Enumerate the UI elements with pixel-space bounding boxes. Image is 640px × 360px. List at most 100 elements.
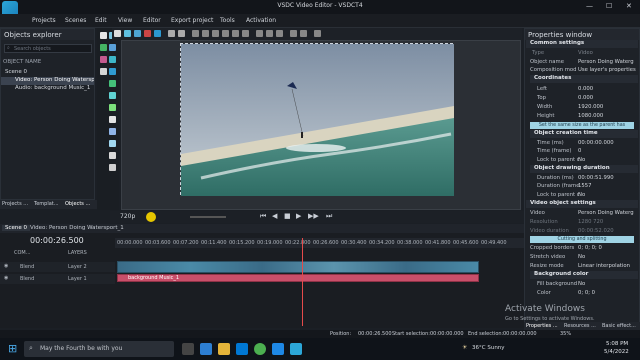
tab-properties[interactable]: Properties ... — [526, 323, 558, 329]
section-coordinates[interactable]: Coordinates — [530, 75, 638, 83]
marker-tool-icon[interactable] — [109, 140, 116, 147]
resize-field[interactable]: Linear interpolation — [578, 263, 630, 269]
cropped-field[interactable]: 0; 0; 0; 0 — [578, 245, 602, 251]
redo-icon[interactable] — [178, 30, 185, 37]
video-field[interactable]: Person Doing Waterg — [578, 210, 634, 216]
cutting-splitting-button[interactable]: Cutting and splitting — [530, 236, 634, 243]
align-top-icon[interactable] — [222, 30, 229, 37]
align-left-icon[interactable] — [192, 30, 199, 37]
clock-time[interactable]: 5:08 PM — [606, 341, 628, 347]
video-clip[interactable] — [117, 261, 479, 273]
line-tool-icon[interactable] — [109, 128, 116, 135]
video-tool-icon[interactable] — [109, 56, 116, 63]
video-preview[interactable] — [180, 43, 454, 196]
tab-scene[interactable]: Scene 0 — [2, 225, 31, 231]
section-video-object[interactable]: Video object settings — [526, 200, 638, 208]
track-header-layer1[interactable]: ◉ Blend Layer 1 — [0, 274, 115, 284]
zoom-tool-icon[interactable] — [100, 68, 107, 75]
time-ms-field[interactable]: 00:00:00.000 — [578, 140, 614, 146]
lock-parent-field-2[interactable]: No — [578, 192, 585, 198]
tab-basic-effects[interactable]: Basic effect... — [602, 323, 636, 329]
stop-playback-icon[interactable]: ■ — [284, 212, 291, 220]
grid-icon[interactable] — [314, 30, 321, 37]
top-field[interactable]: 0.000 — [578, 95, 593, 101]
play-icon[interactable]: ▶ — [296, 212, 301, 220]
chart-tool-icon[interactable] — [109, 92, 116, 99]
height-field[interactable]: 1080.000 — [578, 113, 603, 119]
menu-export-project[interactable]: Export project — [171, 17, 213, 24]
tab-resources[interactable]: Resources ... — [564, 323, 596, 329]
edge-icon[interactable] — [200, 343, 212, 355]
blend-mode[interactable]: Blend — [20, 276, 34, 282]
windows-start-icon[interactable]: ⊞ — [8, 342, 17, 355]
section-background[interactable]: Background color — [530, 271, 638, 279]
menu-projects[interactable]: Projects — [32, 17, 56, 24]
fill-bg-field[interactable]: No — [578, 281, 585, 287]
undo-icon[interactable] — [168, 30, 175, 37]
blend-mode[interactable]: Blend — [20, 264, 34, 270]
next-frame-icon[interactable]: ⏭ — [326, 212, 332, 221]
lock-parent-field[interactable]: No — [578, 157, 585, 163]
width-field[interactable]: 1920.000 — [578, 104, 603, 110]
rotate-icon[interactable] — [134, 30, 141, 37]
align-center-icon[interactable] — [202, 30, 209, 37]
align-middle-icon[interactable] — [232, 30, 239, 37]
color-field[interactable]: 0; 0; 0 — [578, 290, 595, 296]
audio-tool-icon[interactable] — [100, 56, 107, 63]
text-t-icon[interactable] — [109, 116, 116, 123]
vsdc-taskbar-icon[interactable] — [290, 343, 302, 355]
select-icon[interactable] — [114, 30, 121, 37]
same-size-button[interactable]: Set the same size as the parent has — [530, 122, 634, 129]
section-drawing[interactable]: Object drawing duration — [530, 165, 638, 173]
composition-field[interactable]: Use layer's properties — [578, 67, 636, 73]
minimize-button[interactable]: — — [586, 2, 593, 10]
menu-activation[interactable]: Activation — [246, 17, 276, 24]
stretch-field[interactable]: No — [578, 254, 585, 260]
clock-date[interactable]: 5/4/2022 — [604, 349, 629, 355]
search-input[interactable]: ⌕ Search objects — [4, 44, 92, 53]
rewind-icon[interactable]: ◀ — [272, 212, 277, 220]
visibility-icon[interactable]: ◉ — [4, 263, 8, 269]
subtitle-tool-icon[interactable] — [109, 152, 116, 159]
track-header-layer2[interactable]: ◉ Blend Layer 2 — [0, 262, 115, 272]
layer-down-icon[interactable] — [276, 30, 283, 37]
sprite-tool-icon[interactable] — [109, 104, 116, 111]
tree-item-video[interactable]: Video: Person Doing Watersport — [1, 77, 94, 85]
shape-tool-icon[interactable] — [100, 44, 107, 51]
time-frame-field[interactable]: 0 — [578, 148, 581, 154]
timeline-ruler[interactable]: 00:00.000 00:03.600 00:07.200 00:11.400 … — [115, 238, 524, 248]
weather-icon[interactable]: ☀ — [462, 344, 467, 351]
chrome-icon[interactable] — [254, 343, 266, 355]
menu-editor[interactable]: Editor — [143, 17, 161, 24]
layer-up-icon[interactable] — [266, 30, 273, 37]
audio-clip[interactable]: background Music_1 — [117, 274, 479, 282]
menu-scenes[interactable]: Scenes — [65, 17, 86, 24]
object-name-field[interactable]: Person Doing Waterg — [578, 59, 634, 65]
tab-objects[interactable]: Objects ... — [65, 201, 90, 207]
effect-tool-icon[interactable] — [109, 164, 116, 171]
ellipse-tool-icon[interactable] — [109, 80, 116, 87]
duration-ms-field[interactable]: 00:00:51.990 — [578, 175, 614, 181]
volume-slider[interactable] — [190, 216, 226, 218]
tab-templates[interactable]: Templat... — [34, 201, 59, 207]
maximize-button[interactable]: ☐ — [606, 2, 612, 10]
tab-video-object[interactable]: Video: Person Doing Watersport_1 — [30, 225, 124, 231]
section-creation[interactable]: Object creation time — [530, 130, 638, 138]
stop-icon[interactable] — [144, 30, 151, 37]
forward-icon[interactable]: ▶▶ — [308, 212, 319, 220]
cut-icon[interactable] — [154, 30, 161, 37]
weather-text[interactable]: 36°C Sunny — [472, 345, 505, 351]
duration-frame-field[interactable]: 1557 — [578, 183, 591, 189]
align-right-icon[interactable] — [212, 30, 219, 37]
pointer-tool-icon[interactable] — [100, 32, 107, 39]
align-bottom-icon[interactable] — [242, 30, 249, 37]
distribute-icon[interactable] — [256, 30, 263, 37]
crop-tool-icon[interactable] — [109, 68, 116, 75]
menu-view[interactable]: View — [118, 17, 132, 24]
visibility-icon[interactable]: ◉ — [4, 275, 8, 281]
zoom-level[interactable]: 35% — [560, 331, 571, 337]
section-common[interactable]: Common settings — [526, 40, 638, 48]
word-icon[interactable] — [272, 343, 284, 355]
tree-item-scene[interactable]: Scene 0 — [5, 69, 27, 77]
tab-projects[interactable]: Projects ... — [2, 201, 28, 207]
